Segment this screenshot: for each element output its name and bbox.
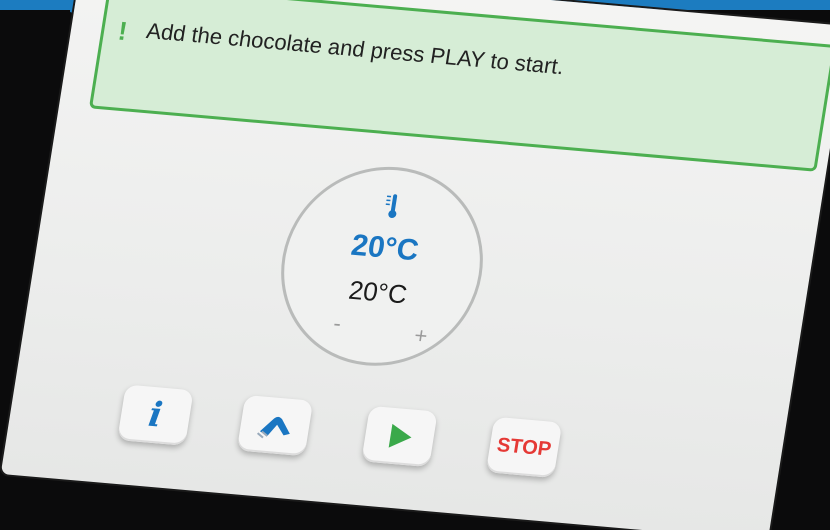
increase-button[interactable]: + xyxy=(412,323,430,350)
play-icon xyxy=(388,423,412,448)
temperature-dial[interactable]: 20°C 20°C - + xyxy=(266,158,498,375)
play-button[interactable] xyxy=(361,405,438,468)
thermometer-icon xyxy=(385,194,398,218)
instruction-alert: ! Add the chocolate and press PLAY to st… xyxy=(88,0,830,172)
stop-button[interactable]: STOP xyxy=(485,416,563,479)
pour-icon xyxy=(256,416,290,439)
setpoint-temperature: 20°C xyxy=(348,228,421,268)
actual-temperature: 20°C xyxy=(346,274,410,310)
info-icon: i xyxy=(145,394,166,436)
stop-label: STOP xyxy=(495,433,553,461)
pour-button[interactable] xyxy=(236,394,314,457)
decrease-button[interactable]: - xyxy=(332,310,343,336)
alert-message: Add the chocolate and press PLAY to star… xyxy=(144,18,566,80)
device-screen: ! Add the chocolate and press PLAY to st… xyxy=(0,0,830,530)
alert-mark-icon: ! xyxy=(116,15,130,47)
info-button[interactable]: i xyxy=(117,384,194,446)
display-stage: ! Add the chocolate and press PLAY to st… xyxy=(0,0,830,530)
